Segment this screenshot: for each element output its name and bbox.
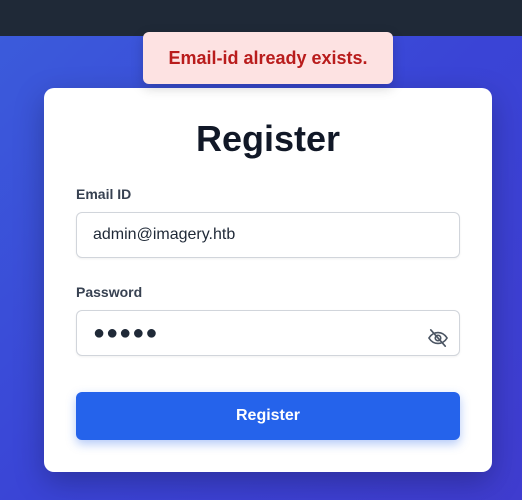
page-title: Register	[195, 118, 341, 159]
top-nav-bar	[0, 0, 522, 36]
register-card: Register Email ID admin@imagery.htb Pass…	[44, 88, 492, 472]
eye-off-icon[interactable]	[427, 328, 449, 348]
password-label: Password	[76, 284, 143, 300]
email-label: Email ID	[76, 186, 132, 202]
email-field[interactable]: admin@imagery.htb	[76, 212, 460, 258]
email-value: admin@imagery.htb	[93, 226, 236, 243]
error-toast: Email-id already exists.	[143, 32, 393, 84]
toast-message: Email-id already exists.	[168, 47, 368, 68]
password-field[interactable]: ●●●●●	[76, 310, 460, 356]
register-button[interactable]: Register	[76, 392, 460, 440]
password-value: ●●●●●	[93, 321, 159, 344]
